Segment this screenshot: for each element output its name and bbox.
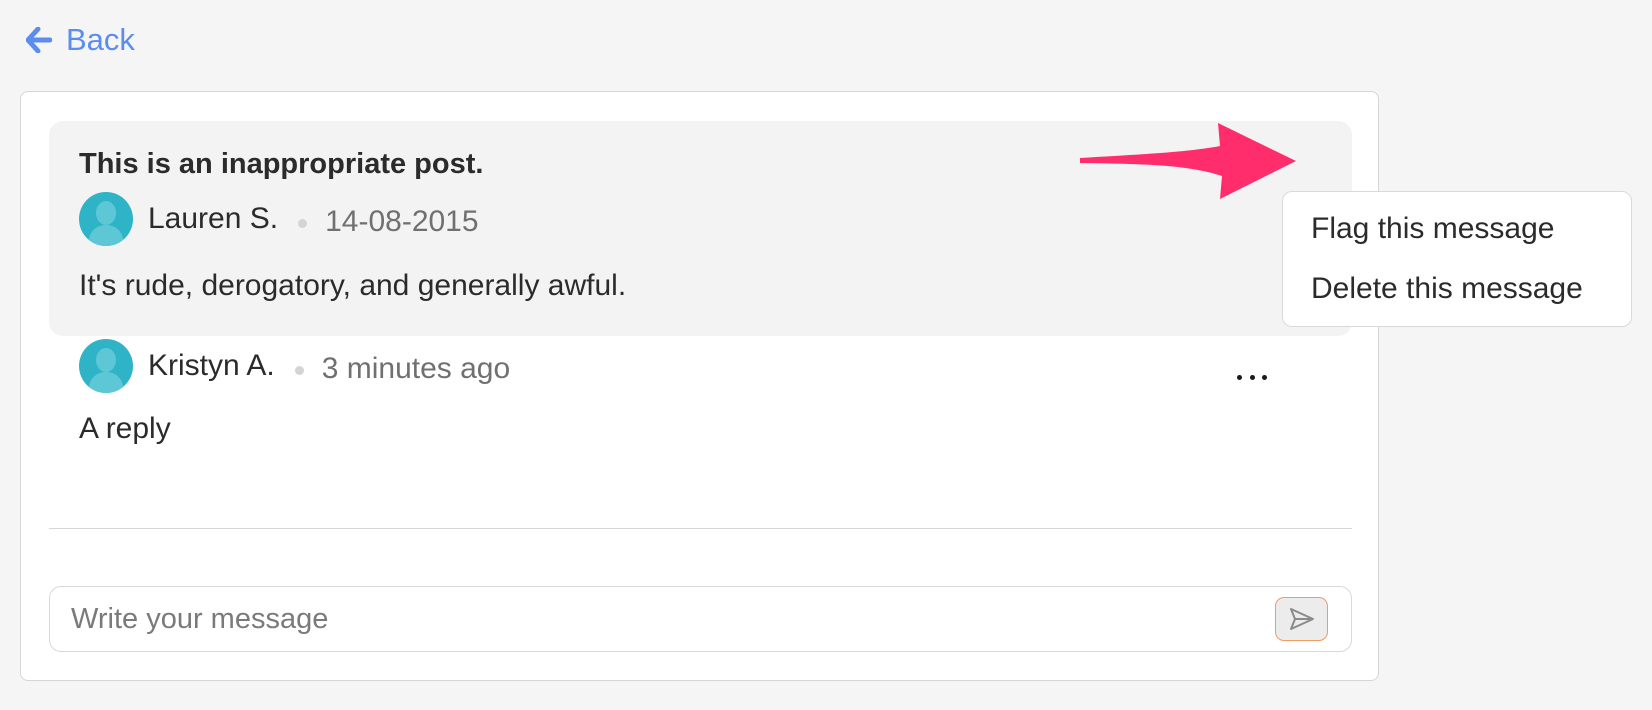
author-name[interactable]: Lauren S.: [148, 202, 278, 236]
author-row: Kristyn A. 3 minutes ago: [79, 339, 510, 393]
menu-item-delete-message[interactable]: Delete this message: [1311, 272, 1583, 306]
author-name[interactable]: Kristyn A.: [148, 349, 275, 383]
separator-dot: [294, 365, 304, 375]
divider: [49, 528, 1352, 529]
arrow-left-icon: [26, 27, 52, 53]
back-label: Back: [66, 22, 135, 57]
more-options-button[interactable]: [1237, 369, 1267, 385]
message-title: This is an inappropriate post.: [79, 148, 484, 180]
separator-dot: [298, 218, 308, 228]
user-silhouette-icon: [88, 348, 124, 393]
message-input[interactable]: [71, 587, 1221, 651]
message-options-menu: Flag this message Delete this message: [1282, 191, 1632, 327]
message-body: It's rude, derogatory, and generally awf…: [79, 269, 627, 302]
user-silhouette-icon: [88, 201, 124, 246]
send-button[interactable]: [1275, 597, 1328, 641]
message-timestamp: 3 minutes ago: [321, 352, 511, 385]
message-timestamp: 14-08-2015: [325, 205, 479, 238]
message-composer: [49, 586, 1352, 652]
author-row: Lauren S. 14-08-2015: [79, 192, 479, 246]
annotation-arrow-icon: [1080, 123, 1296, 199]
message-body: A reply: [79, 412, 171, 445]
avatar[interactable]: [79, 192, 133, 246]
avatar[interactable]: [79, 339, 133, 393]
more-horizontal-icon: [1237, 374, 1242, 380]
menu-item-flag-message[interactable]: Flag this message: [1311, 212, 1554, 246]
reply-message: Kristyn A. 3 minutes ago A reply: [49, 337, 1352, 502]
send-icon: [1289, 608, 1314, 630]
back-link[interactable]: Back: [26, 18, 135, 62]
